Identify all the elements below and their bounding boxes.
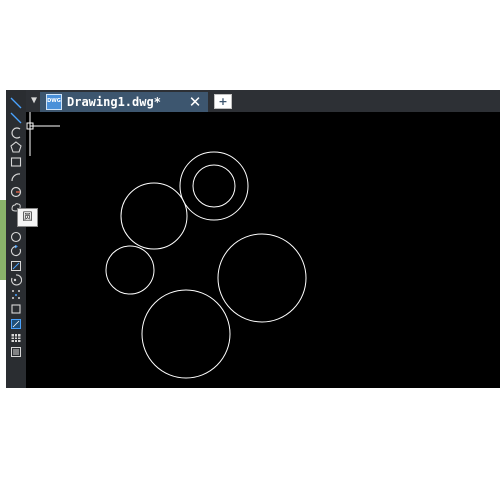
- circle-entity-outer[interactable]: [179, 151, 249, 221]
- hatch-icon[interactable]: [8, 317, 24, 330]
- tab-menu-arrow[interactable]: ▼: [28, 93, 40, 109]
- table-icon[interactable]: [8, 331, 24, 344]
- document-tab-bar: ▼ Drawing1.dwg* ✕ +: [26, 90, 500, 112]
- drawing-canvas[interactable]: [26, 112, 500, 388]
- crosshair-cursor: [26, 112, 60, 156]
- circle-entity[interactable]: [105, 245, 155, 295]
- insert-block-icon[interactable]: [8, 273, 24, 286]
- line-icon[interactable]: [8, 96, 24, 109]
- circle-entity[interactable]: [141, 289, 231, 379]
- polygon-icon[interactable]: [8, 140, 24, 153]
- tab-drawing1[interactable]: Drawing1.dwg* ✕: [40, 92, 208, 112]
- circle-draw-icon[interactable]: [8, 185, 24, 198]
- arc-icon[interactable]: [8, 170, 24, 183]
- cad-application-window: ▼ Drawing1.dwg* ✕ + 圆: [6, 90, 500, 388]
- ellipse-arc-icon[interactable]: [8, 259, 24, 272]
- circle-entity[interactable]: [120, 182, 188, 250]
- polyline-icon[interactable]: [8, 111, 24, 124]
- circle-entity-inner[interactable]: [192, 164, 236, 208]
- multiline-text-icon[interactable]: [8, 345, 24, 358]
- draw-toolbar: [6, 90, 27, 388]
- rectangle-icon[interactable]: [8, 155, 24, 168]
- ellipse-icon[interactable]: [8, 244, 24, 257]
- dwg-file-icon: [46, 94, 62, 110]
- spline-icon[interactable]: [8, 230, 24, 243]
- point-icon[interactable]: [8, 302, 24, 315]
- create-block-icon[interactable]: [8, 287, 24, 300]
- close-icon[interactable]: ✕: [188, 94, 202, 110]
- arc-edit-icon[interactable]: [8, 126, 24, 139]
- circle-entity[interactable]: [217, 233, 307, 323]
- new-tab-button[interactable]: +: [214, 94, 232, 109]
- drawing-viewport: [26, 112, 307, 379]
- tool-tooltip: 圆: [17, 208, 38, 227]
- tab-title: Drawing1.dwg*: [67, 95, 161, 109]
